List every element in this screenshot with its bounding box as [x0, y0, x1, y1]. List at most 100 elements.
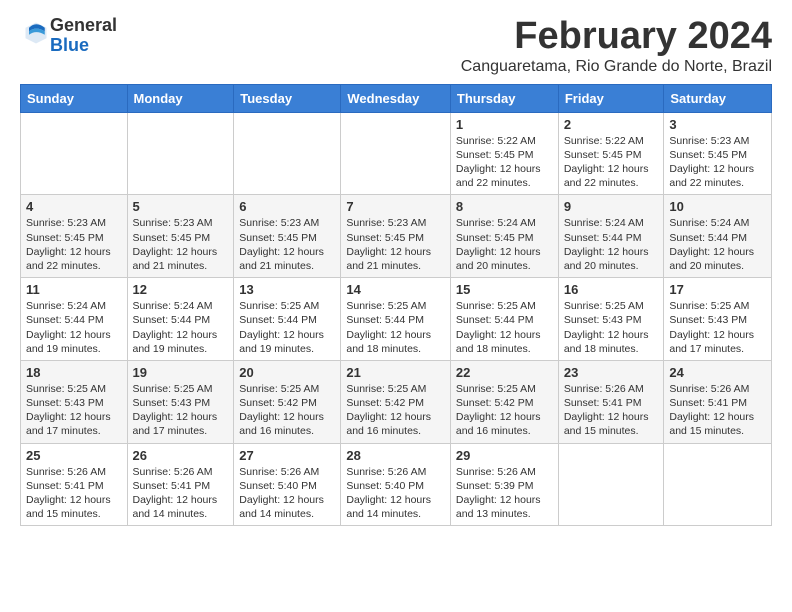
calendar-cell: 26 Sunrise: 5:26 AM Sunset: 5:41 PM Dayli… [127, 443, 234, 526]
day-detail: Sunrise: 5:23 AM Sunset: 5:45 PM Dayligh… [26, 216, 122, 273]
calendar-cell: 12 Sunrise: 5:24 AM Sunset: 5:44 PM Dayli… [127, 278, 234, 361]
header-friday: Friday [558, 84, 664, 112]
day-detail: Sunrise: 5:23 AM Sunset: 5:45 PM Dayligh… [133, 216, 229, 273]
calendar-cell: 1 Sunrise: 5:22 AM Sunset: 5:45 PM Daylig… [450, 112, 558, 195]
day-number: 1 [456, 117, 553, 132]
day-number: 7 [346, 199, 445, 214]
calendar-week-row: 18Sunrise: 5:25 AM Sunset: 5:43 PM Dayli… [21, 360, 772, 443]
calendar-cell: 27 Sunrise: 5:26 AM Sunset: 5:40 PM Dayli… [234, 443, 341, 526]
day-detail: Sunrise: 5:26 AM Sunset: 5:40 PM Dayligh… [239, 465, 335, 522]
day-detail: Sunrise: 5:23 AM Sunset: 5:45 PM Dayligh… [346, 216, 445, 273]
header-wednesday: Wednesday [341, 84, 451, 112]
day-detail: Sunrise: 5:22 AM Sunset: 5:45 PM Dayligh… [456, 134, 553, 191]
day-number: 5 [133, 199, 229, 214]
calendar-cell: 6 Sunrise: 5:23 AM Sunset: 5:45 PM Daylig… [234, 195, 341, 278]
day-number: 17 [669, 282, 766, 297]
day-number: 19 [133, 365, 229, 380]
day-number: 26 [133, 448, 229, 463]
day-number: 16 [564, 282, 659, 297]
calendar-week-row: 1 Sunrise: 5:22 AM Sunset: 5:45 PM Daylig… [21, 112, 772, 195]
header-thursday: Thursday [450, 84, 558, 112]
calendar-cell: 21Sunrise: 5:25 AM Sunset: 5:42 PM Dayli… [341, 360, 451, 443]
calendar-cell [664, 443, 772, 526]
day-number: 28 [346, 448, 445, 463]
calendar-cell: 23Sunrise: 5:26 AM Sunset: 5:41 PM Dayli… [558, 360, 664, 443]
calendar-cell: 13 Sunrise: 5:25 AM Sunset: 5:44 PM Dayli… [234, 278, 341, 361]
page-header: General Blue February 2024 Canguaretama,… [20, 16, 772, 76]
day-number: 13 [239, 282, 335, 297]
calendar-cell [558, 443, 664, 526]
day-number: 15 [456, 282, 553, 297]
day-detail: Sunrise: 5:23 AM Sunset: 5:45 PM Dayligh… [239, 216, 335, 273]
month-title: February 2024 [461, 16, 772, 58]
day-number: 23 [564, 365, 659, 380]
day-detail: Sunrise: 5:24 AM Sunset: 5:44 PM Dayligh… [564, 216, 659, 273]
calendar-cell [127, 112, 234, 195]
calendar-cell: 3Sunrise: 5:23 AM Sunset: 5:45 PM Daylig… [664, 112, 772, 195]
day-detail: Sunrise: 5:23 AM Sunset: 5:45 PM Dayligh… [669, 134, 766, 191]
calendar-week-row: 25 Sunrise: 5:26 AM Sunset: 5:41 PM Dayli… [21, 443, 772, 526]
calendar-cell: 25 Sunrise: 5:26 AM Sunset: 5:41 PM Dayli… [21, 443, 128, 526]
calendar-cell: 7 Sunrise: 5:23 AM Sunset: 5:45 PM Daylig… [341, 195, 451, 278]
calendar-cell: 10 Sunrise: 5:24 AM Sunset: 5:44 PM Dayli… [664, 195, 772, 278]
header-sunday: Sunday [21, 84, 128, 112]
day-detail: Sunrise: 5:25 AM Sunset: 5:42 PM Dayligh… [346, 382, 445, 439]
day-number: 27 [239, 448, 335, 463]
day-detail: Sunrise: 5:25 AM Sunset: 5:42 PM Dayligh… [456, 382, 553, 439]
day-detail: Sunrise: 5:25 AM Sunset: 5:43 PM Dayligh… [669, 299, 766, 356]
day-detail: Sunrise: 5:25 AM Sunset: 5:43 PM Dayligh… [133, 382, 229, 439]
day-number: 25 [26, 448, 122, 463]
day-detail: Sunrise: 5:26 AM Sunset: 5:41 PM Dayligh… [26, 465, 122, 522]
day-detail: Sunrise: 5:25 AM Sunset: 5:44 PM Dayligh… [346, 299, 445, 356]
calendar-week-row: 11 Sunrise: 5:24 AM Sunset: 5:44 PM Dayli… [21, 278, 772, 361]
day-detail: Sunrise: 5:26 AM Sunset: 5:41 PM Dayligh… [669, 382, 766, 439]
calendar-cell: 20Sunrise: 5:25 AM Sunset: 5:42 PM Dayli… [234, 360, 341, 443]
calendar-cell [21, 112, 128, 195]
day-detail: Sunrise: 5:25 AM Sunset: 5:44 PM Dayligh… [239, 299, 335, 356]
calendar-cell: 5 Sunrise: 5:23 AM Sunset: 5:45 PM Daylig… [127, 195, 234, 278]
calendar-cell: 15 Sunrise: 5:25 AM Sunset: 5:44 PM Dayli… [450, 278, 558, 361]
day-number: 8 [456, 199, 553, 214]
calendar-cell: 17 Sunrise: 5:25 AM Sunset: 5:43 PM Dayli… [664, 278, 772, 361]
calendar-cell [234, 112, 341, 195]
day-number: 2 [564, 117, 659, 132]
location-title: Canguaretama, Rio Grande do Norte, Brazi… [461, 58, 772, 76]
logo-blue-text: Blue [50, 35, 89, 55]
day-detail: Sunrise: 5:24 AM Sunset: 5:44 PM Dayligh… [133, 299, 229, 356]
day-number: 10 [669, 199, 766, 214]
logo: General Blue [20, 16, 117, 56]
calendar-cell: 19 Sunrise: 5:25 AM Sunset: 5:43 PM Dayli… [127, 360, 234, 443]
day-detail: Sunrise: 5:22 AM Sunset: 5:45 PM Dayligh… [564, 134, 659, 191]
day-number: 14 [346, 282, 445, 297]
day-detail: Sunrise: 5:24 AM Sunset: 5:45 PM Dayligh… [456, 216, 553, 273]
day-number: 12 [133, 282, 229, 297]
calendar-table: SundayMondayTuesdayWednesdayThursdayFrid… [20, 84, 772, 526]
calendar-cell: 29Sunrise: 5:26 AM Sunset: 5:39 PM Dayli… [450, 443, 558, 526]
calendar-cell: 9 Sunrise: 5:24 AM Sunset: 5:44 PM Daylig… [558, 195, 664, 278]
day-detail: Sunrise: 5:25 AM Sunset: 5:44 PM Dayligh… [456, 299, 553, 356]
calendar-cell: 11 Sunrise: 5:24 AM Sunset: 5:44 PM Dayli… [21, 278, 128, 361]
calendar-cell: 8 Sunrise: 5:24 AM Sunset: 5:45 PM Daylig… [450, 195, 558, 278]
calendar-cell: 16Sunrise: 5:25 AM Sunset: 5:43 PM Dayli… [558, 278, 664, 361]
calendar-header-row: SundayMondayTuesdayWednesdayThursdayFrid… [21, 84, 772, 112]
calendar-cell: 14 Sunrise: 5:25 AM Sunset: 5:44 PM Dayli… [341, 278, 451, 361]
day-number: 11 [26, 282, 122, 297]
day-number: 24 [669, 365, 766, 380]
logo-general-text: General [50, 15, 117, 35]
header-monday: Monday [127, 84, 234, 112]
day-number: 22 [456, 365, 553, 380]
day-number: 9 [564, 199, 659, 214]
logo-icon [22, 19, 50, 47]
calendar-cell: 2 Sunrise: 5:22 AM Sunset: 5:45 PM Daylig… [558, 112, 664, 195]
calendar-cell: 28 Sunrise: 5:26 AM Sunset: 5:40 PM Dayli… [341, 443, 451, 526]
calendar-cell: 4Sunrise: 5:23 AM Sunset: 5:45 PM Daylig… [21, 195, 128, 278]
day-detail: Sunrise: 5:24 AM Sunset: 5:44 PM Dayligh… [669, 216, 766, 273]
day-detail: Sunrise: 5:25 AM Sunset: 5:42 PM Dayligh… [239, 382, 335, 439]
day-detail: Sunrise: 5:24 AM Sunset: 5:44 PM Dayligh… [26, 299, 122, 356]
day-detail: Sunrise: 5:26 AM Sunset: 5:41 PM Dayligh… [133, 465, 229, 522]
calendar-cell [341, 112, 451, 195]
calendar-week-row: 4Sunrise: 5:23 AM Sunset: 5:45 PM Daylig… [21, 195, 772, 278]
day-number: 6 [239, 199, 335, 214]
day-detail: Sunrise: 5:26 AM Sunset: 5:39 PM Dayligh… [456, 465, 553, 522]
day-detail: Sunrise: 5:26 AM Sunset: 5:40 PM Dayligh… [346, 465, 445, 522]
